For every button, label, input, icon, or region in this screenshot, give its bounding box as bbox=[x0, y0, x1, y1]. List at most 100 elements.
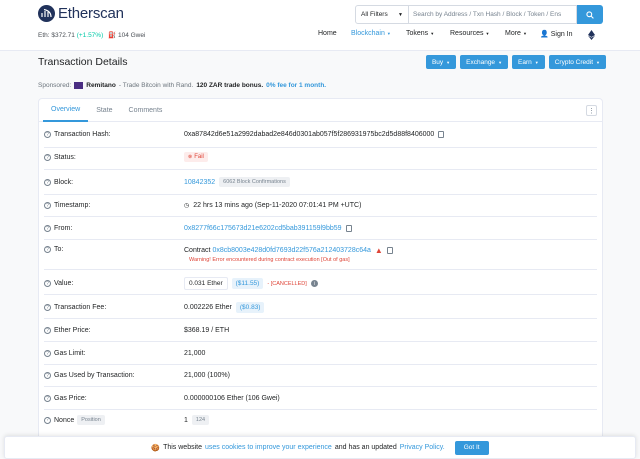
buy-label: Buy bbox=[431, 58, 444, 66]
gas-limit-value: 21,000 bbox=[184, 350, 206, 357]
gas-price-label-wrap: ? Gas Price: bbox=[44, 395, 87, 402]
site-header: Etherscan Eth: $372.71 (+1.57%) ⛽ 104 Gw… bbox=[0, 0, 640, 51]
fee-label-wrap: ? Transaction Fee: bbox=[44, 304, 106, 311]
gas-used-value-wrap: 21,000 (100%) bbox=[184, 372, 230, 379]
cookie-text-mid: and has an updated bbox=[334, 444, 397, 451]
nav-resources[interactable]: Resources bbox=[450, 30, 483, 37]
timestamp-label-wrap: ? Timestamp: bbox=[44, 202, 90, 209]
earn-label: Earn bbox=[518, 58, 532, 66]
divider bbox=[44, 239, 597, 240]
help-icon: ? bbox=[44, 202, 51, 209]
ether-price-value: $368.19 / ETH bbox=[184, 327, 230, 334]
gas-price: 104 Gwei bbox=[117, 32, 146, 39]
clock-icon: ◷ bbox=[184, 203, 190, 209]
hash-label: Transaction Hash: bbox=[54, 131, 111, 138]
help-icon: ? bbox=[44, 304, 51, 311]
earn-button[interactable]: Earn ▼ bbox=[512, 55, 545, 69]
gas-price-value-wrap: 0.000000106 Ether (106 Gwei) bbox=[184, 395, 280, 402]
warning-icon: ▲ bbox=[374, 246, 383, 255]
gas-used-label: Gas Used by Transaction: bbox=[54, 372, 135, 379]
divider bbox=[44, 409, 597, 410]
buy-button[interactable]: Buy ▼ bbox=[425, 55, 457, 69]
search-button[interactable] bbox=[577, 5, 603, 24]
timestamp-label: Timestamp: bbox=[54, 202, 91, 209]
copy-icon[interactable] bbox=[386, 247, 393, 254]
value-cancelled: - [CANCELLED] bbox=[267, 280, 307, 287]
nav-blockchain-wrap: Blockchain ▼ bbox=[351, 30, 391, 37]
divider bbox=[44, 169, 597, 170]
gas-used-label-wrap: ? Gas Used by Transaction: bbox=[44, 372, 135, 379]
privacy-policy-link[interactable]: Privacy Policy. bbox=[400, 444, 445, 451]
cookie-icon: 🍪 bbox=[151, 444, 161, 452]
hash-label-wrap: ? Transaction Hash: bbox=[44, 131, 111, 138]
gas-limit-value-wrap: 21,000 bbox=[184, 350, 205, 357]
block-label-wrap: ? Block: bbox=[44, 179, 73, 186]
fee-eth: 0.002226 Ether bbox=[184, 304, 232, 311]
nonce-position: 124 bbox=[191, 415, 210, 425]
sponsor-brand[interactable]: Remitano bbox=[86, 82, 116, 89]
status-label: Status: bbox=[54, 154, 76, 161]
chevron-down-icon: ▼ bbox=[446, 59, 451, 65]
gas-limit-label-wrap: ? Gas Limit: bbox=[44, 350, 86, 357]
divider bbox=[44, 216, 597, 217]
nav-blockchain[interactable]: Blockchain bbox=[351, 30, 385, 37]
more-options-icon[interactable]: ⋮ bbox=[586, 105, 597, 116]
help-icon: ? bbox=[44, 154, 51, 161]
divider bbox=[44, 386, 597, 387]
tab-comments[interactable]: Comments bbox=[121, 99, 171, 122]
exchange-label: Exchange bbox=[466, 58, 496, 66]
nonce-label-wrap: ? Nonce Position bbox=[44, 415, 105, 425]
block-link[interactable]: 10842352 bbox=[184, 179, 215, 186]
nav-more-wrap: More ▼ bbox=[505, 30, 527, 37]
tab-state[interactable]: State bbox=[88, 99, 120, 122]
crypto-credit-button[interactable]: Crypto Credit ▼ bbox=[548, 55, 606, 69]
cookie-policy-link[interactable]: uses cookies to improve your experience bbox=[205, 444, 332, 451]
copy-icon[interactable] bbox=[345, 225, 352, 232]
cookie-text-before: This website bbox=[163, 444, 202, 451]
hash-value: 0xa87842d6e51a2992dabad2e846d0301ab057f5… bbox=[184, 131, 435, 138]
nonce-label: Nonce bbox=[54, 416, 75, 424]
chevron-down-icon: ▼ bbox=[522, 31, 527, 36]
divider bbox=[44, 364, 597, 365]
status-badge: ⊗ Fail bbox=[184, 152, 208, 162]
nav-more[interactable]: More bbox=[505, 30, 521, 37]
gas-price-label: Gas Price: bbox=[54, 395, 87, 402]
nav-sign-in[interactable]: Sign In bbox=[551, 31, 573, 38]
ether-price-value-wrap: $368.19 / ETH bbox=[184, 327, 229, 334]
to-prefix: Contract bbox=[184, 247, 211, 254]
to-warning-wrap: Warning! Error encountered during contra… bbox=[189, 257, 350, 263]
help-icon: ? bbox=[44, 246, 51, 253]
info-icon[interactable]: i bbox=[310, 280, 318, 287]
nav-home[interactable]: Home bbox=[318, 30, 337, 37]
contract-warning: Warning! Error encountered during contra… bbox=[189, 257, 350, 263]
got-it-button[interactable]: Got It bbox=[454, 440, 489, 455]
fee-value-wrap: 0.002226 Ether ($0.83) bbox=[184, 302, 265, 313]
from-address[interactable]: 0x8277f66c175673d21e6202cd5bab391159l9bb… bbox=[184, 225, 342, 232]
exchange-button[interactable]: Exchange ▼ bbox=[460, 55, 509, 69]
ether-price-label: Ether Price: bbox=[54, 327, 91, 334]
ethereum-icon[interactable] bbox=[588, 30, 595, 40]
chevron-down-icon: ▼ bbox=[498, 59, 503, 65]
copy-icon[interactable] bbox=[438, 131, 445, 138]
sponsor-label: Sponsored: bbox=[38, 82, 72, 89]
remitano-logo-icon bbox=[74, 82, 84, 89]
tab-bar: Overview State Comments ⋮ bbox=[39, 99, 602, 122]
help-icon: ? bbox=[44, 225, 51, 232]
nav-tokens[interactable]: Tokens bbox=[406, 30, 428, 37]
sponsor-fee[interactable]: 0% fee for 1 month. bbox=[266, 82, 326, 89]
promo-buttons: Buy ▼ Exchange ▼ Earn ▼ Crypto Credit ▼ bbox=[425, 55, 606, 69]
main-nav: Home bbox=[318, 30, 337, 37]
to-label-wrap: ? To: bbox=[44, 246, 63, 253]
transaction-card: Overview State Comments ⋮ ? Transaction … bbox=[38, 98, 603, 459]
filter-dropdown[interactable]: All Filters ▼ bbox=[355, 5, 409, 24]
to-value-wrap: Contract 0x8cb8003e428d0fd7693d22f576a21… bbox=[184, 246, 393, 255]
tab-overview[interactable]: Overview bbox=[43, 99, 89, 122]
chevron-down-icon: ▼ bbox=[534, 59, 539, 65]
to-address[interactable]: 0x8cb8003e428d0fd7693d22f576a212403728c6… bbox=[212, 247, 370, 254]
nav-signin-wrap: 👤 Sign In bbox=[540, 30, 573, 39]
etherscan-logo[interactable]: Etherscan bbox=[38, 5, 124, 22]
value-value-wrap: 0.031 Ether ($11.55) - [CANCELLED] i bbox=[184, 277, 318, 290]
user-icon: 👤 bbox=[540, 31, 549, 38]
search-input[interactable]: Search by Address / Txn Hash / Block / T… bbox=[409, 5, 577, 24]
fee-usd: ($0.83) bbox=[235, 302, 265, 313]
